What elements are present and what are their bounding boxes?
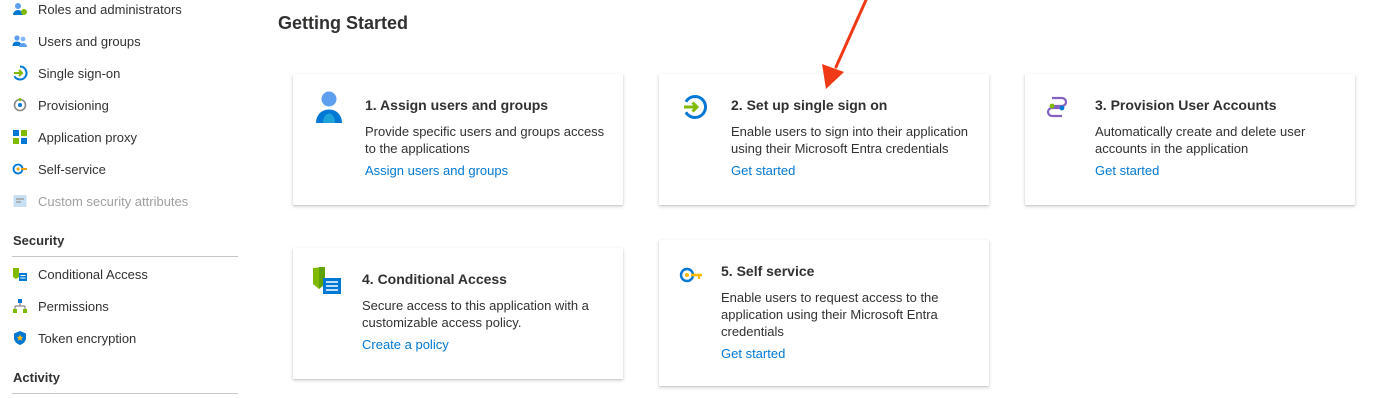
- permissions-icon: [12, 298, 28, 314]
- card-description-line: Provide specific users and groups access: [365, 124, 605, 139]
- sso-icon: [12, 65, 28, 81]
- get-started-link[interactable]: Get started: [731, 163, 795, 178]
- roles-icon: [12, 1, 28, 17]
- card-description-line: Enable users to request access to the: [721, 290, 939, 305]
- divider: [12, 393, 238, 394]
- sidebar-item-permissions[interactable]: Permissions: [12, 295, 109, 317]
- card-description: Enable users to sign into their applicat…: [731, 123, 968, 157]
- card-title: 5. Self service: [721, 263, 815, 279]
- sidebar-item-label: Permissions: [38, 298, 109, 314]
- card-description: Secure access to this application with a…: [362, 297, 589, 331]
- get-started-link[interactable]: Get started: [1095, 163, 1159, 178]
- assign-users-and-groups-link[interactable]: Assign users and groups: [365, 163, 508, 178]
- sidebar-item-label: Application proxy: [38, 129, 137, 145]
- card-self-service: 5. Self service Enable users to request …: [659, 240, 989, 386]
- card-description-line: credentials: [721, 324, 784, 339]
- sidebar: Roles and administrators Users and group…: [0, 0, 245, 398]
- sidebar-item-label: Roles and administrators: [38, 1, 182, 17]
- sso-icon: [679, 90, 711, 124]
- card-description: Provide specific users and groups access…: [365, 123, 604, 157]
- card-assign-users: 1. Assign users and groups Provide speci…: [293, 74, 623, 205]
- get-started-link[interactable]: Get started: [721, 346, 785, 361]
- card-description-line: Automatically create and delete user: [1095, 124, 1306, 139]
- sidebar-item-label: Token encryption: [38, 330, 137, 346]
- self-service-icon: [675, 258, 707, 292]
- sidebar-item-label: Provisioning: [38, 97, 109, 113]
- page-title: Getting Started: [278, 13, 409, 33]
- conditional-access-icon: [12, 266, 28, 282]
- card-single-sign-on: 2. Set up single sign on Enable users to…: [659, 74, 989, 205]
- users-icon: [12, 33, 28, 49]
- sidebar-item-label: Custom security attributes: [38, 193, 189, 209]
- provisioning-icon: [1041, 90, 1073, 124]
- card-provision-user-accounts: 3. Provision User Accounts Automatically…: [1025, 74, 1355, 205]
- custom-attributes-icon: [12, 193, 28, 209]
- sidebar-item-custom-security-attributes[interactable]: Custom security attributes: [12, 190, 188, 212]
- card-title: 2. Set up single sign on: [731, 97, 888, 113]
- self-service-icon: [12, 161, 28, 177]
- create-a-policy-link[interactable]: Create a policy: [362, 337, 449, 352]
- card-description-line: using their Microsoft Entra credentials: [731, 141, 949, 156]
- divider: [12, 256, 238, 257]
- card-description: Enable users to request access to the ap…: [721, 289, 939, 340]
- sidebar-item-provisioning[interactable]: Provisioning: [12, 94, 109, 116]
- sidebar-item-users-and-groups[interactable]: Users and groups: [12, 30, 141, 52]
- sidebar-item-conditional-access[interactable]: Conditional Access: [12, 263, 148, 285]
- card-description-line: customizable access policy.: [362, 315, 522, 330]
- card-description: Automatically create and delete user acc…: [1095, 123, 1305, 157]
- shield-icon: [12, 330, 28, 346]
- card-description-line: Secure access to this application with a: [362, 298, 589, 313]
- section-header-activity: Activity: [13, 370, 60, 385]
- card-description-line: accounts in the application: [1095, 141, 1249, 156]
- card-description-line: Enable users to sign into their applicat…: [731, 124, 969, 139]
- card-description-line: to the applications: [365, 141, 470, 156]
- sidebar-item-label: Single sign-on: [38, 65, 121, 81]
- conditional-access-icon: [311, 264, 343, 298]
- card-conditional-access: 4. Conditional Access Secure access to t…: [293, 248, 623, 379]
- user-icon: [313, 90, 345, 124]
- sidebar-item-self-service[interactable]: Self-service: [12, 158, 106, 180]
- sidebar-item-label: Users and groups: [38, 33, 141, 49]
- page: Roles and administrators Users and group…: [0, 0, 1388, 398]
- sidebar-item-single-sign-on[interactable]: Single sign-on: [12, 62, 120, 84]
- card-title: 3. Provision User Accounts: [1095, 97, 1277, 113]
- card-description-line: application using their Microsoft Entra: [721, 307, 938, 322]
- app-proxy-icon: [12, 129, 28, 145]
- sidebar-item-label: Self-service: [38, 161, 106, 177]
- section-header-security: Security: [13, 233, 65, 248]
- card-title: 4. Conditional Access: [362, 271, 507, 287]
- card-title: 1. Assign users and groups: [365, 97, 549, 113]
- provisioning-icon: [12, 97, 28, 113]
- sidebar-item-token-encryption[interactable]: Token encryption: [12, 327, 136, 349]
- sidebar-item-label: Conditional Access: [38, 266, 148, 282]
- sidebar-item-roles[interactable]: Roles and administrators: [12, 0, 182, 20]
- sidebar-item-application-proxy[interactable]: Application proxy: [12, 126, 137, 148]
